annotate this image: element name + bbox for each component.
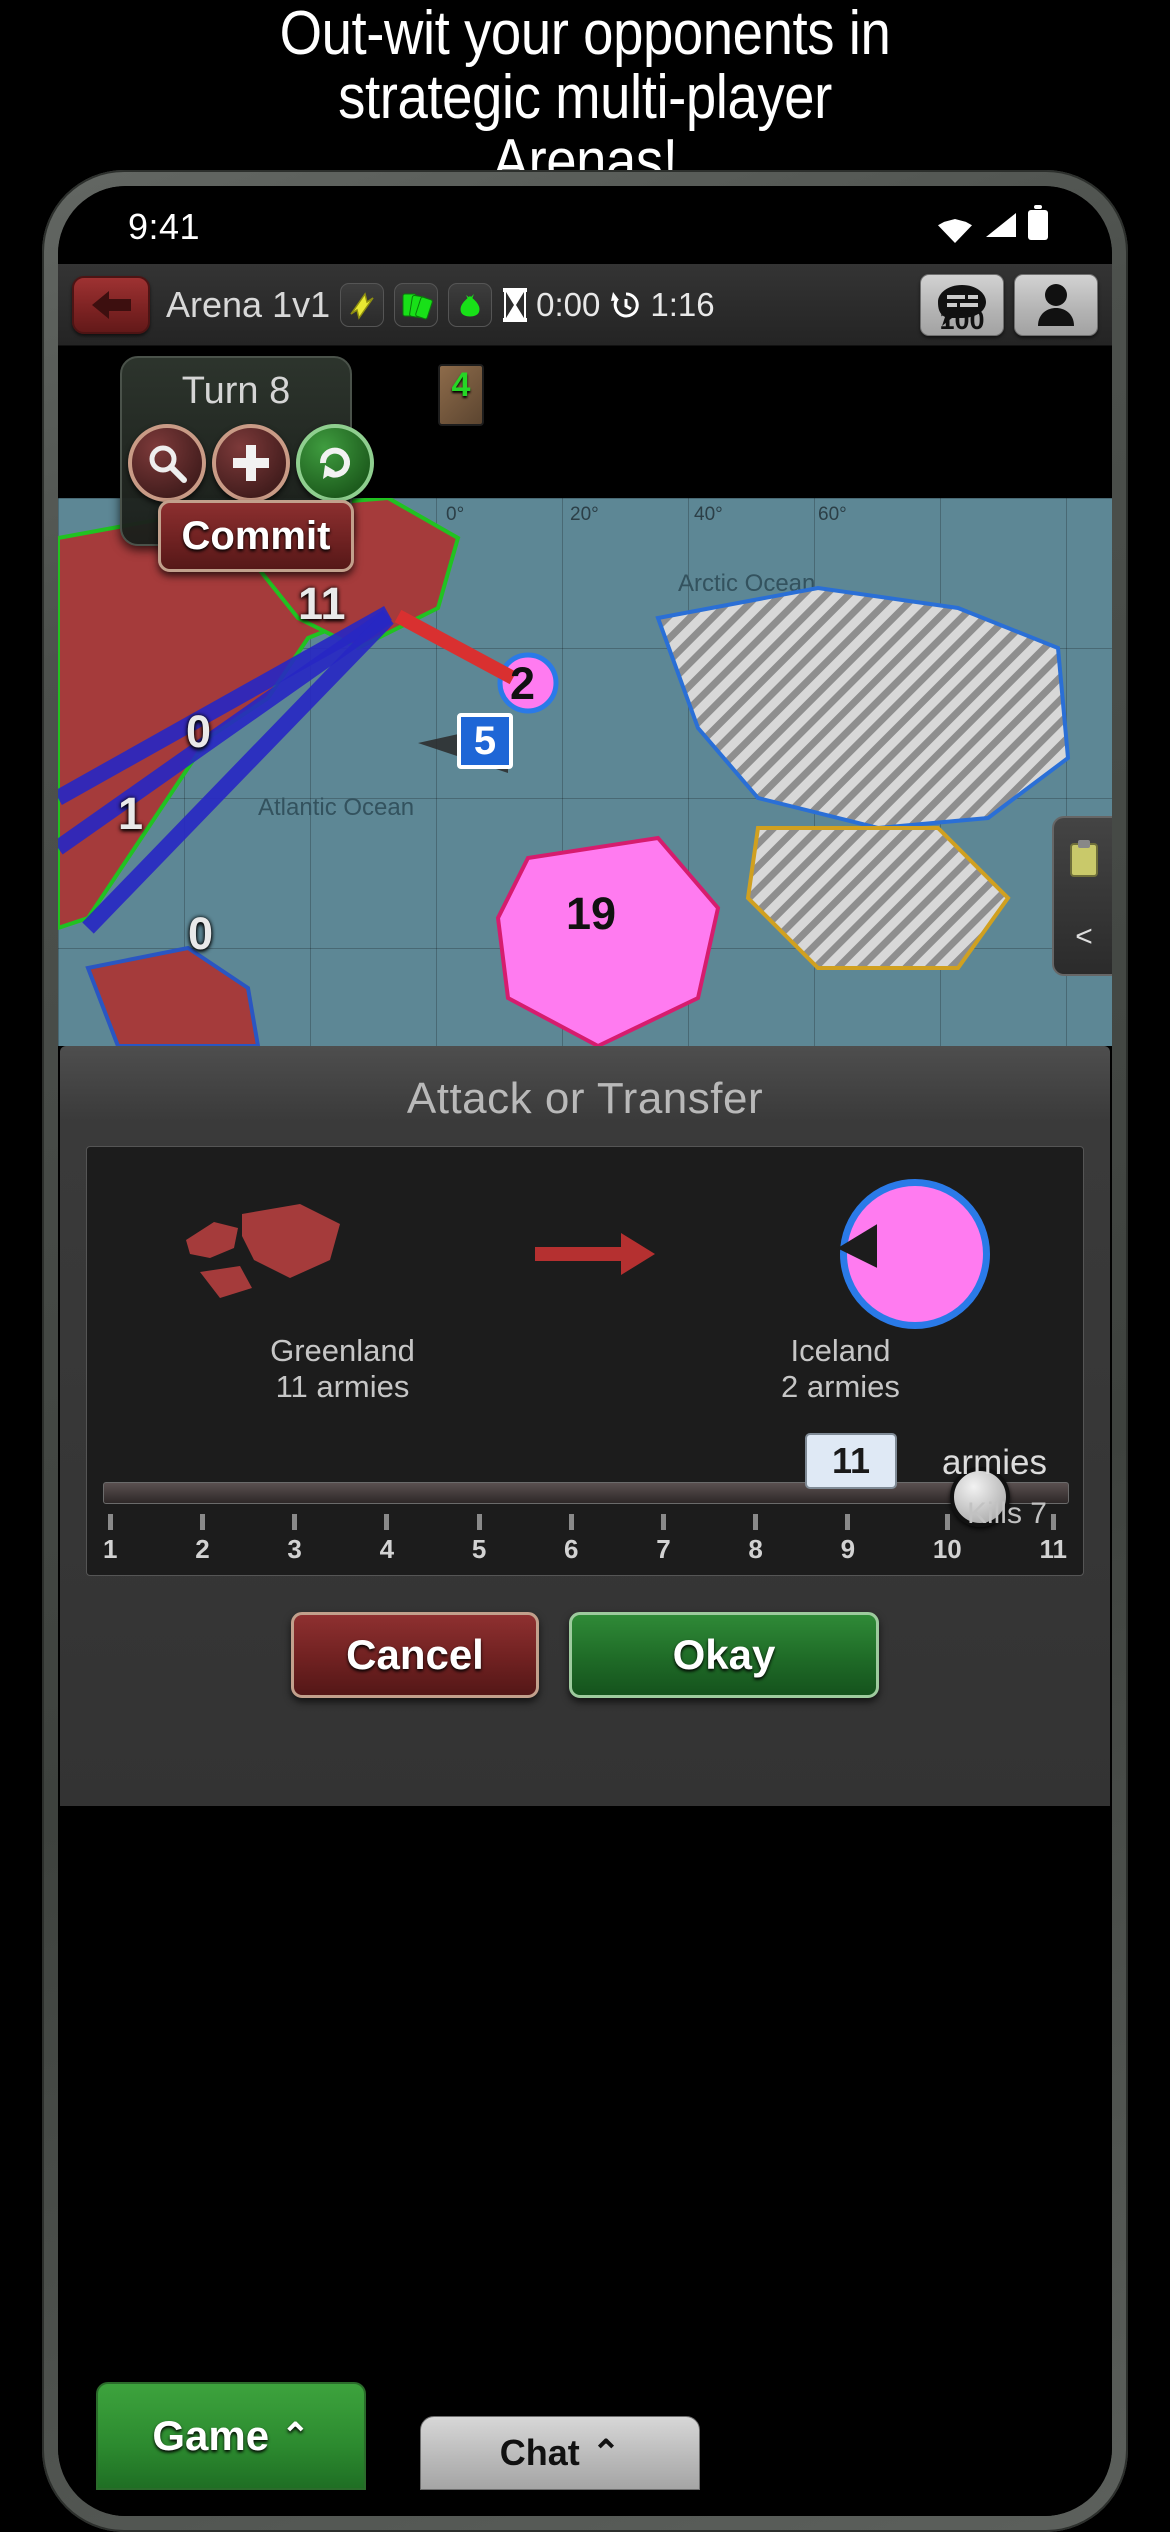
armies-value-input[interactable]: 11 [805,1433,897,1489]
commit-button[interactable]: Commit [158,500,354,572]
red-arrow-icon [534,1233,655,1275]
lightning-card-icon[interactable] [340,282,385,327]
back-arrow-icon [92,290,131,319]
chat-count-badge: 100 [939,304,985,335]
person-icon [1038,283,1074,326]
phone-screen: 9:41 Arena 1v1 0:00 1:16 100 0° 20° 40° … [58,186,1112,2516]
from-territory: Greenland 11 armies [270,1333,415,1405]
slider-tick: 8 [748,1514,763,1565]
bottom-bar: Game ⌃ Chat ⌃ [58,2356,1112,2516]
arena-title: Arena 1v1 [166,283,331,325]
iceland-shape-icon [840,1179,991,1329]
slider-ticks: 1 2 3 4 5 6 7 8 9 10 11 [103,1514,1067,1565]
to-territory: Iceland 2 armies [781,1333,900,1405]
to-armies: 2 armies [781,1369,900,1404]
refresh-arrow-icon [319,447,350,479]
money-bag-icon[interactable] [448,282,493,327]
status-icons [936,205,1048,240]
territory-count-brazil: 0 [188,908,214,959]
slider-tick: 1 [103,1514,117,1565]
cards-icon[interactable] [394,282,439,327]
turn-action-buttons [128,424,374,502]
from-to-row [87,1147,1083,1329]
okay-button[interactable]: Okay [569,1612,879,1698]
hourglass-icon [503,287,528,322]
hourglass-time: 0:00 [536,285,601,323]
selected-territory-badge[interactable]: 5 [457,713,513,769]
search-button[interactable] [128,424,206,502]
map-ocean: 20° 0° 20° 40° 60° Arctic Ocean Atlantic… [58,498,1112,1046]
cancel-button[interactable]: Cancel [291,1612,539,1698]
slider-tick: 2 [195,1514,210,1565]
phone-frame: 9:41 Arena 1v1 0:00 1:16 100 0° 20° 40° … [42,170,1128,2532]
cellular-icon [986,213,1016,237]
territory-count-quebec: 0 [186,706,212,757]
attack-transfer-dialog: Attack or Transfer Greenland 11 armies I… [60,1046,1110,1806]
dialog-actions: Cancel Okay [60,1612,1110,1698]
to-name: Iceland [790,1333,891,1368]
greenland-shape-icon [185,1204,340,1298]
slider-tick: 9 [841,1514,855,1565]
dialog-title: Attack or Transfer [406,1074,764,1123]
chat-menu-button[interactable]: Chat ⌃ [420,2416,700,2490]
magnifier-icon [149,445,187,483]
add-button[interactable] [212,424,290,502]
chevron-up-icon: ⌃ [591,2434,621,2472]
status-time: 9:41 [128,206,201,247]
map-landmasses [58,498,1071,1046]
refresh-clock-icon [611,291,640,317]
slider-tick: 6 [564,1514,578,1565]
game-map[interactable]: 20° 0° 20° 40° 60° Arctic Ocean Atlantic… [58,346,1112,1046]
promo-headline: Out-wit your opponents in strategic mult… [70,2,1100,194]
headline-line-2: strategic multi-player [338,63,832,132]
armies-slider[interactable] [103,1467,1069,1527]
chat-button[interactable]: 100 [920,273,1004,336]
slider-tick: 10 [933,1514,962,1565]
clock-time: 1:16 [650,285,715,323]
map-side-panel[interactable]: < [1052,816,1112,976]
profile-button[interactable] [1014,273,1098,336]
chevron-up-icon: ⌃ [281,2417,310,2455]
slider-tick: 4 [380,1514,394,1565]
headline-line-1: Out-wit your opponents in [279,0,891,68]
round-timer: 1:16 [610,285,715,324]
armies-label: armies [941,1443,1047,1482]
slider-tick: 5 [472,1514,486,1565]
card-badge[interactable]: 4 [438,364,484,426]
game-menu-label: Game [152,2412,270,2459]
undo-button[interactable] [296,424,374,502]
collapse-label: < [1075,919,1093,953]
armies-slider-row: 1 2 3 4 5 6 7 8 9 10 11 [87,1467,1083,1565]
clipboard-icon [1070,839,1098,877]
chat-menu-label: Chat [499,2432,580,2473]
turn-panel: Turn 8 Commit [120,356,374,572]
territory-names-row: Greenland 11 armies Iceland 2 armies [87,1333,1083,1405]
slider-tick: 7 [656,1514,671,1565]
plus-icon [233,445,269,481]
status-bar: 9:41 [58,186,1112,264]
slider-tick: 3 [287,1514,302,1565]
dialog-body: Greenland 11 armies Iceland 2 armies 1 2… [86,1146,1084,1576]
territory-count-eastus: 1 [118,788,144,839]
turn-timer: 0:00 [502,286,600,324]
territory-count-africa: 19 [566,888,617,939]
game-menu-button[interactable]: Game ⌃ [96,2382,366,2490]
from-armies: 11 armies [275,1369,410,1404]
territory-count-iceland: 2 [510,658,536,709]
kills-label: Kills 7 [966,1497,1047,1530]
game-toolbar: Arena 1v1 0:00 1:16 100 [58,264,1112,346]
turn-label: Turn 8 [181,370,291,412]
battery-icon [1028,205,1048,240]
territory-count-greenland: 11 [298,578,346,629]
back-button[interactable] [72,275,150,334]
from-name: Greenland [270,1333,415,1368]
notch [395,186,775,236]
